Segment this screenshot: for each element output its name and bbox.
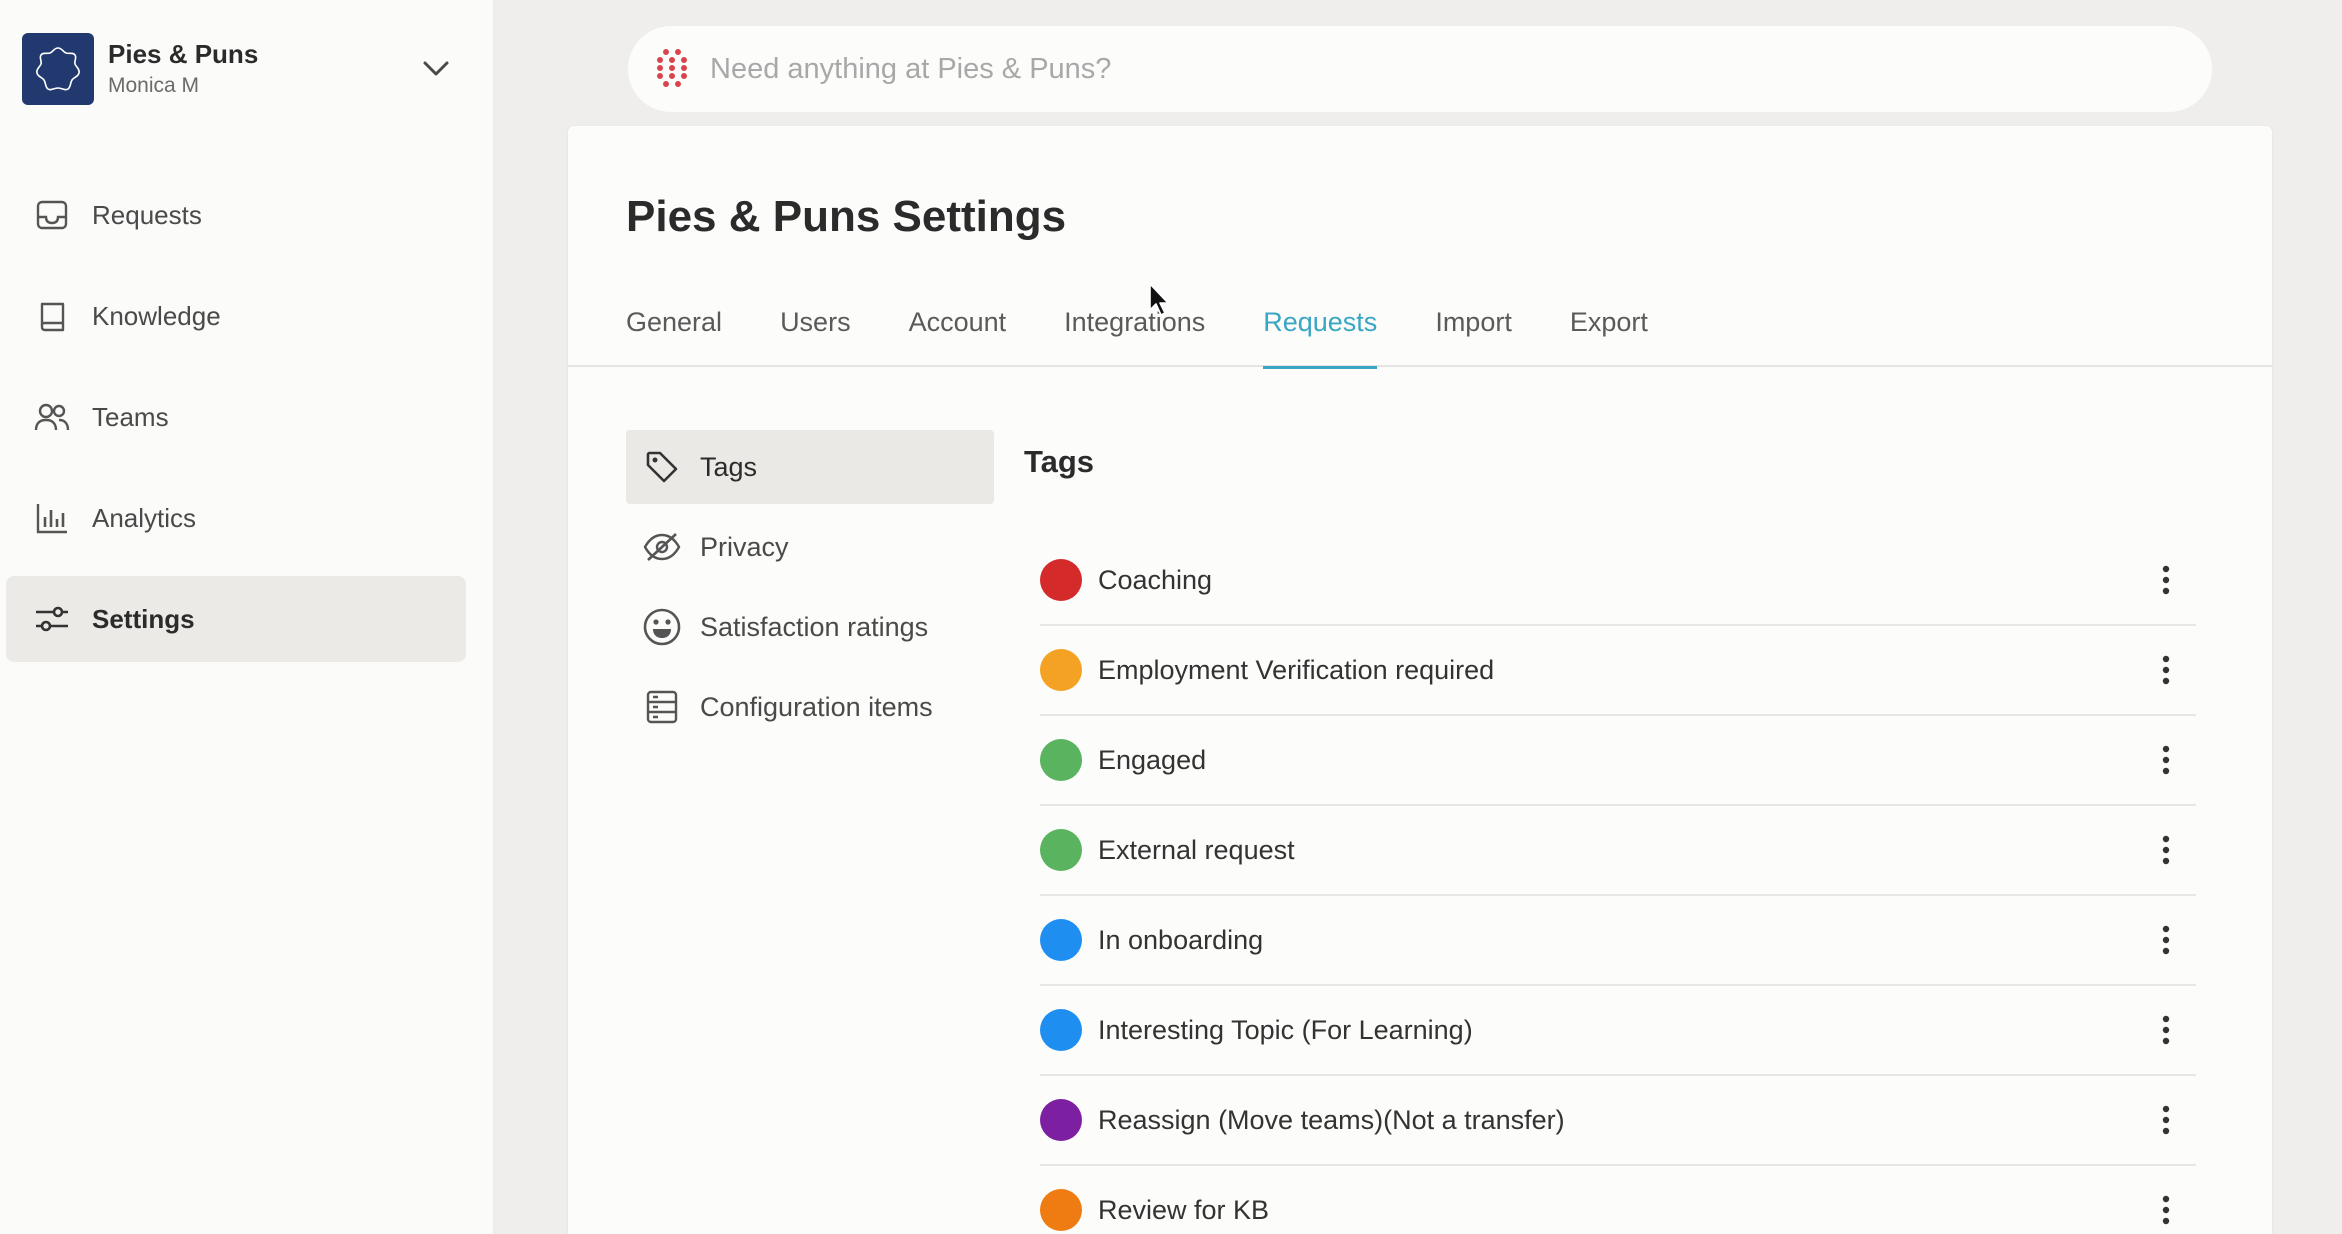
- sidebar-item-label: Analytics: [92, 502, 197, 533]
- tag-row[interactable]: In onboarding: [1040, 896, 2196, 986]
- tag-row[interactable]: Reassign (Move teams)(Not a transfer): [1040, 1076, 2196, 1166]
- subnav-item-label: Configuration items: [700, 691, 933, 722]
- sidebar-item-label: Settings: [92, 603, 195, 634]
- subnav-item-label: Satisfaction ratings: [700, 611, 929, 642]
- tag-label: Engaged: [1098, 744, 1207, 775]
- search-bar[interactable]: [628, 26, 2212, 112]
- sidebar-item-label: Teams: [92, 401, 169, 432]
- tag-color-dot: [1040, 649, 1082, 691]
- eye-off-icon: [642, 527, 682, 567]
- app-window: Pies & Puns Monica M Requests Knowledge: [0, 0, 2342, 1234]
- subnav-item-tags[interactable]: Tags: [626, 430, 994, 504]
- sidebar-item-analytics[interactable]: Analytics: [6, 475, 466, 561]
- tag-row[interactable]: Review for KB: [1040, 1166, 2196, 1234]
- mouse-cursor-icon: [1149, 283, 1169, 316]
- chevron-down-icon[interactable]: [416, 49, 456, 89]
- tab-export[interactable]: Export: [1570, 302, 1648, 367]
- tag-row[interactable]: External request: [1040, 806, 2196, 896]
- subnav-item-label: Privacy: [700, 531, 789, 562]
- inbox-icon: [32, 195, 72, 235]
- people-icon: [32, 397, 72, 437]
- sliders-icon: [32, 599, 72, 639]
- sidebar-item-knowledge[interactable]: Knowledge: [6, 273, 466, 359]
- tag-label: Reassign (Move teams)(Not a transfer): [1098, 1104, 1565, 1135]
- tag-row[interactable]: Engaged: [1040, 716, 2196, 806]
- flower-logo-icon: [36, 47, 80, 91]
- tab-users[interactable]: Users: [780, 302, 851, 367]
- server-icon: [642, 687, 682, 727]
- tag-row[interactable]: Interesting Topic (For Learning): [1040, 986, 2196, 1076]
- subnav-item-satisfaction-ratings[interactable]: Satisfaction ratings: [626, 590, 994, 664]
- tag-label: In onboarding: [1098, 924, 1264, 955]
- bar-chart-icon: [32, 498, 72, 538]
- tag-label: External request: [1098, 834, 1295, 865]
- page-title-workspace: Pies & Puns: [626, 192, 881, 241]
- subnav-item-configuration-items[interactable]: Configuration items: [626, 670, 994, 744]
- tag-label: Review for KB: [1098, 1194, 1270, 1225]
- tag-label: Interesting Topic (For Learning): [1098, 1014, 1473, 1045]
- tab-general[interactable]: General: [626, 302, 722, 367]
- workspace-name: Pies & Puns: [108, 38, 259, 69]
- tab-import[interactable]: Import: [1435, 302, 1512, 367]
- tab-requests[interactable]: Requests: [1263, 302, 1378, 369]
- tab-integrations[interactable]: Integrations: [1064, 302, 1205, 367]
- tag-color-dot: [1040, 1009, 1082, 1051]
- subnav-item-privacy[interactable]: Privacy: [626, 510, 994, 584]
- search-input[interactable]: [710, 52, 2110, 86]
- subnav-item-label: Tags: [700, 451, 758, 482]
- tab-account[interactable]: Account: [909, 302, 1007, 367]
- workspace-logo: [22, 33, 94, 105]
- sidebar-item-settings[interactable]: Settings: [6, 576, 466, 662]
- sidebar-item-label: Knowledge: [92, 300, 221, 331]
- more-vertical-icon[interactable]: [2146, 1010, 2186, 1050]
- page-title-suffix: Settings: [880, 192, 1067, 241]
- settings-tabs: General Users Account Integrations Reque…: [568, 302, 2272, 369]
- tag-list: Coaching Employment Verification required…: [1040, 536, 2196, 1234]
- more-vertical-icon[interactable]: [2146, 560, 2186, 600]
- more-vertical-icon[interactable]: [2146, 830, 2186, 870]
- settings-panel: Pies & Puns Settings General Users Accou…: [568, 126, 2272, 1234]
- tag-label: Employment Verification required: [1098, 654, 1495, 685]
- tag-color-dot: [1040, 919, 1082, 961]
- book-icon: [32, 296, 72, 336]
- sidebar: Pies & Puns Monica M Requests Knowledge: [0, 0, 494, 1234]
- sidebar-item-requests[interactable]: Requests: [6, 172, 466, 258]
- tag-color-dot: [1040, 829, 1082, 871]
- more-vertical-icon[interactable]: [2146, 650, 2186, 690]
- requests-subnav: Tags Privacy Satisfaction ratings Config…: [626, 430, 994, 750]
- sidebar-nav: Requests Knowledge Teams Analytics Setti…: [6, 172, 466, 677]
- tag-row[interactable]: Employment Verification required: [1040, 626, 2196, 716]
- tag-color-dot: [1040, 559, 1082, 601]
- more-vertical-icon[interactable]: [2146, 1100, 2186, 1140]
- tag-color-dot: [1040, 739, 1082, 781]
- tag-color-dot: [1040, 1099, 1082, 1141]
- sidebar-item-label: Requests: [92, 199, 202, 230]
- more-vertical-icon[interactable]: [2146, 740, 2186, 780]
- page-title: Pies & Puns Settings: [626, 192, 1066, 242]
- tag-label: Coaching: [1098, 564, 1213, 595]
- more-vertical-icon[interactable]: [2146, 920, 2186, 960]
- tag-icon: [642, 447, 682, 487]
- dots-grid-icon: [652, 47, 692, 92]
- tag-color-dot: [1040, 1189, 1082, 1231]
- tag-row[interactable]: Coaching: [1040, 536, 2196, 626]
- current-user-name: Monica M: [108, 73, 200, 97]
- tags-heading: Tags: [1024, 444, 1095, 479]
- sidebar-item-teams[interactable]: Teams: [6, 374, 466, 460]
- more-vertical-icon[interactable]: [2146, 1190, 2186, 1230]
- smiley-icon: [642, 607, 682, 647]
- workspace-switcher[interactable]: Pies & Puns Monica M: [22, 30, 462, 108]
